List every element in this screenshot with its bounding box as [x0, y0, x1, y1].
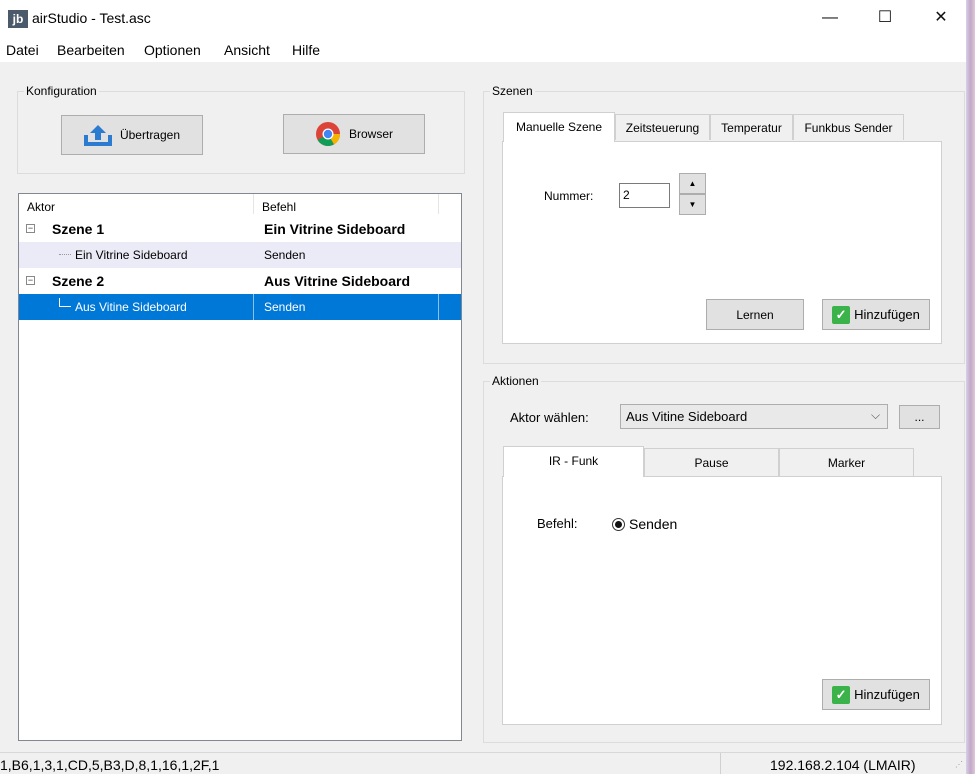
aktor-dropdown[interactable]: Aus Vitine Sideboard ⌵ — [620, 404, 888, 429]
collapse-icon[interactable]: − — [26, 276, 35, 285]
spin-down-button[interactable]: ▼ — [679, 194, 706, 215]
tab-zeitsteuerung[interactable]: Zeitsteuerung — [615, 114, 710, 140]
maximize-button[interactable]: ☐ — [862, 0, 908, 36]
resize-grip-icon[interactable]: ⋰ — [955, 760, 963, 769]
tab-manuelle-szene[interactable]: Manuelle Szene — [503, 112, 615, 142]
konfiguration-legend: Konfiguration — [26, 84, 97, 98]
chevron-down-icon: ⌵ — [871, 408, 881, 422]
check-icon: ✓ — [832, 685, 851, 704]
cell-divider — [438, 294, 439, 320]
aktor-tree-list[interactable]: Aktor Befehl − Szene 1 Ein Vitrine Sideb… — [18, 193, 462, 741]
tree-cell-befehl: Senden — [264, 300, 306, 314]
radio-selected-icon — [612, 517, 625, 531]
tree-cell-befehl: Ein Vitrine Sideboard — [264, 221, 406, 237]
more-label: ... — [914, 410, 925, 424]
tree-connector — [59, 254, 71, 255]
menu-datei[interactable]: Datei — [6, 42, 39, 58]
tree-row-child[interactable]: Ein Vitrine Sideboard Senden — [19, 242, 461, 268]
check-icon: ✓ — [832, 305, 851, 324]
tree-row-selected[interactable]: Aus Vitine Sideboard Senden — [19, 294, 461, 320]
tab-ir-funk[interactable]: IR - Funk — [503, 446, 644, 477]
menu-hilfe[interactable]: Hilfe — [292, 42, 320, 58]
column-divider — [253, 194, 254, 214]
menu-bearbeiten[interactable]: Bearbeiten — [57, 42, 125, 58]
tab-temperatur[interactable]: Temperatur — [710, 114, 793, 140]
aktion-hinzufuegen-button[interactable]: ✓ Hinzufügen — [822, 679, 930, 710]
aktor-dropdown-value: Aus Vitine Sideboard — [626, 409, 748, 424]
app-icon: jb — [8, 10, 28, 28]
tree-cell-befehl: Aus Vitrine Sideboard — [264, 273, 410, 289]
more-button[interactable]: ... — [899, 405, 940, 429]
tree-connector — [59, 306, 71, 307]
window-edge — [966, 0, 975, 774]
chrome-icon — [315, 122, 340, 147]
lernen-button[interactable]: Lernen — [706, 299, 804, 330]
window-title: airStudio - Test.asc — [32, 10, 151, 26]
szene-hinzufuegen-button[interactable]: ✓ Hinzufügen — [822, 299, 930, 330]
hinzufuegen-label: Hinzufügen — [854, 687, 920, 702]
close-button[interactable]: ✕ — [918, 0, 964, 36]
hinzufuegen-label: Hinzufügen — [854, 307, 920, 322]
tab-pause[interactable]: Pause — [644, 448, 779, 476]
menu-optionen[interactable]: Optionen — [144, 42, 201, 58]
minimize-button[interactable]: — — [807, 0, 853, 36]
aktionen-legend: Aktionen — [492, 374, 539, 388]
tree-connector — [59, 298, 60, 306]
arrow-up-icon: ▲ — [688, 179, 697, 188]
status-left: 1,B6,1,3,1,CD,5,B3,D,8,1,16,1,2F,1 — [0, 757, 220, 773]
column-divider — [438, 194, 439, 214]
upload-label: Übertragen — [119, 128, 181, 142]
tree-row-szene-2[interactable]: − Szene 2 Aus Vitrine Sideboard — [19, 268, 461, 294]
tree-row-szene-1[interactable]: − Szene 1 Ein Vitrine Sideboard — [19, 216, 461, 242]
upload-icon — [83, 125, 112, 146]
status-right: 192.168.2.104 (LMAIR) — [770, 757, 916, 773]
menu-ansicht[interactable]: Ansicht — [224, 42, 270, 58]
arrow-down-icon: ▼ — [688, 200, 697, 209]
tree-cell-befehl: Senden — [264, 248, 306, 262]
tab-marker[interactable]: Marker — [779, 448, 914, 476]
cell-divider — [253, 294, 254, 320]
szenen-legend: Szenen — [492, 84, 533, 98]
browser-button[interactable]: Browser — [283, 114, 425, 154]
nummer-label: Nummer: — [544, 189, 594, 203]
aktor-waehlen-label: Aktor wählen: — [510, 410, 589, 425]
column-header-aktor[interactable]: Aktor — [27, 194, 55, 214]
tree-cell-aktor: Ein Vitrine Sideboard — [75, 248, 188, 262]
spin-up-button[interactable]: ▲ — [679, 173, 706, 194]
tree-cell-aktor: Szene 1 — [52, 221, 105, 237]
nummer-input[interactable]: 2 — [619, 183, 670, 208]
status-divider — [720, 753, 721, 774]
lernen-label: Lernen — [736, 307, 774, 322]
column-header-befehl[interactable]: Befehl — [262, 194, 296, 214]
collapse-icon[interactable]: − — [26, 224, 35, 233]
tree-cell-aktor: Aus Vitine Sideboard — [75, 300, 187, 314]
befehl-radio[interactable]: Senden — [612, 516, 677, 532]
befehl-label: Befehl: — [537, 516, 578, 531]
befehl-option-label: Senden — [629, 516, 678, 532]
tab-funkbus-sender[interactable]: Funkbus Sender — [793, 114, 904, 140]
upload-button[interactable]: Übertragen — [61, 115, 203, 155]
browser-label: Browser — [348, 127, 393, 141]
tree-cell-aktor: Szene 2 — [52, 273, 105, 289]
